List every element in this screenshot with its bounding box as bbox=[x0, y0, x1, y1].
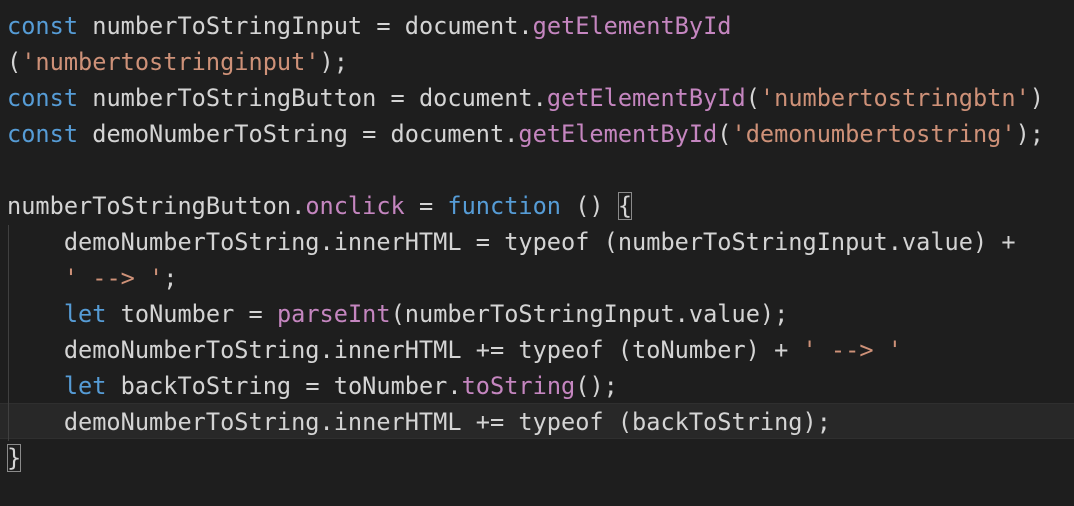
code-line[interactable]: ' --> '; bbox=[7, 260, 178, 296]
code-line[interactable]: const numberToStringInput = document.get… bbox=[7, 8, 731, 44]
code-token: } bbox=[7, 444, 22, 472]
code-token: 'numbertostringbtn' bbox=[759, 84, 1030, 112]
code-line[interactable]: numberToStringButton.onclick = function … bbox=[7, 188, 633, 224]
code-token: () bbox=[561, 192, 618, 220]
code-token: document. bbox=[404, 84, 547, 112]
code-token: numberToStringButton. bbox=[7, 192, 306, 220]
code-token: ); bbox=[1015, 120, 1044, 148]
code-token: 'demonumbertostring' bbox=[731, 120, 1016, 148]
code-token: ( bbox=[745, 84, 760, 112]
code-token: numberToStringInput bbox=[78, 12, 377, 40]
code-token: toString bbox=[461, 372, 576, 400]
code-token: toNumber. bbox=[319, 372, 462, 400]
code-line[interactable]: demoNumberToString.innerHTML += typeof (… bbox=[7, 332, 902, 368]
code-token: ( bbox=[717, 120, 732, 148]
code-editor[interactable]: const numberToStringInput = document.get… bbox=[0, 0, 1074, 506]
code-token: 'numbertostringinput' bbox=[21, 48, 320, 76]
code-token: ( bbox=[7, 48, 22, 76]
code-token: parseInt bbox=[276, 300, 391, 328]
code-token: const bbox=[7, 84, 79, 112]
code-line[interactable]: let backToString = toNumber.toString(); bbox=[7, 368, 618, 404]
code-line[interactable]: demoNumberToString.innerHTML += typeof (… bbox=[7, 404, 831, 440]
code-line[interactable]: let toNumber = parseInt(numberToStringIn… bbox=[7, 296, 788, 332]
code-token: demoNumberToString.innerHTML bbox=[7, 228, 476, 256]
code-token: backToString bbox=[106, 372, 306, 400]
code-line[interactable]: ('numbertostringinput'); bbox=[7, 44, 348, 80]
code-token: ' --> ' bbox=[63, 264, 164, 292]
code-token: ) bbox=[1029, 84, 1045, 112]
code-token: onclick bbox=[305, 192, 405, 220]
code-token: { bbox=[617, 192, 633, 220]
code-token: getElementById bbox=[532, 12, 732, 40]
code-line[interactable]: const numberToStringButton = document.ge… bbox=[7, 80, 1044, 116]
code-token: getElementById bbox=[546, 84, 746, 112]
code-token: + bbox=[774, 336, 789, 364]
code-token: (numberToStringInput.value); bbox=[390, 300, 789, 328]
code-token: = bbox=[475, 228, 490, 256]
code-line[interactable] bbox=[7, 152, 21, 188]
code-token: = bbox=[362, 120, 377, 148]
code-token: document. bbox=[390, 12, 533, 40]
code-token: = bbox=[404, 192, 448, 220]
code-token: ); bbox=[319, 48, 348, 76]
code-token: ' --> ' bbox=[802, 336, 902, 364]
code-token: += bbox=[475, 336, 505, 364]
code-token: typeof (backToString); bbox=[504, 408, 831, 436]
code-token: document. bbox=[376, 120, 519, 148]
code-token: ; bbox=[163, 264, 178, 292]
code-token: let bbox=[63, 372, 107, 400]
code-token: + bbox=[1001, 228, 1016, 256]
code-token: let bbox=[63, 300, 107, 328]
code-token: = bbox=[248, 300, 263, 328]
code-token: function bbox=[447, 192, 562, 220]
code-token: getElementById bbox=[518, 120, 718, 148]
code-token: const bbox=[7, 120, 79, 148]
code-token: typeof (toNumber) bbox=[504, 336, 775, 364]
code-token: typeof (numberToStringInput.value) bbox=[489, 228, 1002, 256]
code-token: = bbox=[390, 84, 405, 112]
code-line[interactable]: } bbox=[7, 440, 22, 476]
code-token: = bbox=[376, 12, 391, 40]
code-token: toNumber bbox=[106, 300, 249, 328]
code-token: demoNumberToString.innerHTML bbox=[7, 408, 476, 436]
code-token: numberToStringButton bbox=[78, 84, 391, 112]
code-token: demoNumberToString bbox=[78, 120, 363, 148]
code-token: const bbox=[7, 12, 79, 40]
code-token: += bbox=[475, 408, 505, 436]
code-token: demoNumberToString.innerHTML bbox=[7, 336, 476, 364]
code-token: (); bbox=[575, 372, 618, 400]
code-token: = bbox=[305, 372, 320, 400]
code-line[interactable]: demoNumberToString.innerHTML = typeof (n… bbox=[7, 224, 1016, 260]
code-line[interactable]: const demoNumberToString = document.getE… bbox=[7, 116, 1044, 152]
